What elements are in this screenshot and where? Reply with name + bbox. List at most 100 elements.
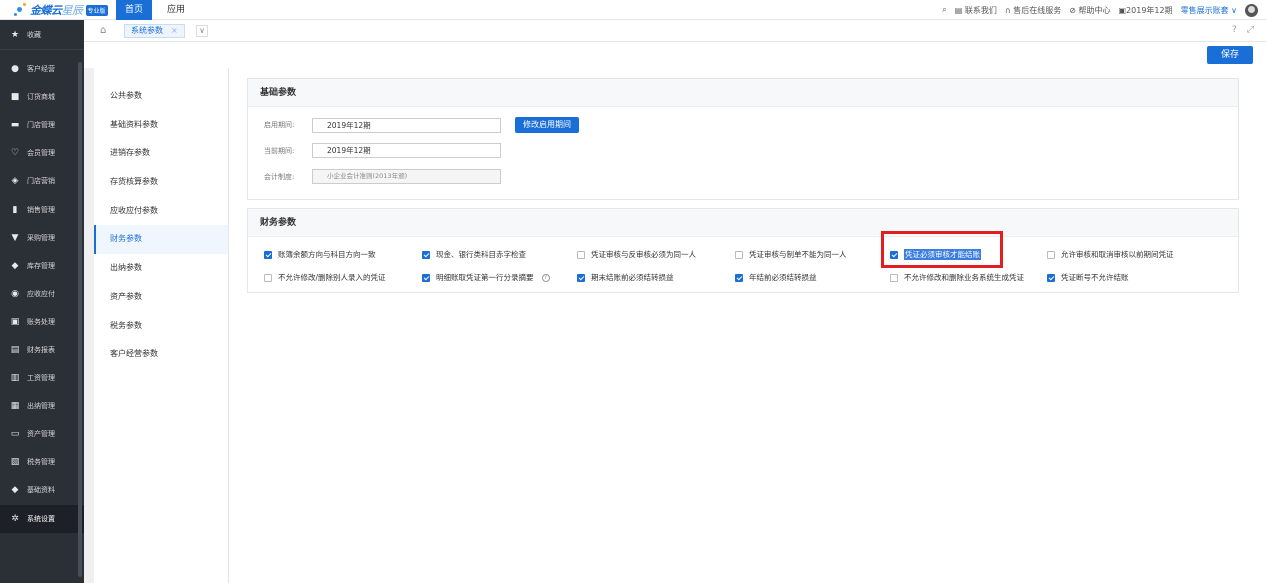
tag-icon: ◈ — [11, 176, 19, 187]
nav-home[interactable]: 首页 — [116, 0, 152, 20]
finance-option[interactable]: 期末结账前必须结转损益 — [577, 272, 674, 283]
logo-icon — [14, 3, 28, 17]
modify-start-period-button[interactable]: 修改启用期间 — [515, 117, 579, 133]
heart-icon: ♡ — [10, 148, 20, 159]
sidebar-item-14[interactable]: ▧ 税务管理 — [0, 448, 84, 476]
box-icon: ◆ — [11, 260, 19, 271]
sidebar-item-13[interactable]: ▭ 资产管理 — [0, 420, 84, 448]
gear-icon: ✲ — [11, 513, 19, 524]
highlight-box — [881, 231, 1003, 268]
checkbox[interactable] — [577, 273, 585, 282]
asset-icon: ▭ — [10, 429, 20, 440]
finance-option[interactable]: 允许审核和取消审核以前期间凭证 — [1047, 249, 1174, 260]
finance-option[interactable]: 不允许修改和删除业务系统生成凭证 — [890, 272, 1024, 283]
param-menu-item[interactable]: 基础资料参数 — [94, 111, 228, 140]
sidebar-item-15[interactable]: ◆ 基础资料 — [0, 476, 84, 504]
finance-option[interactable]: 凭证审核与反审核必须为同一人 — [577, 249, 696, 260]
sidebar-item-2[interactable]: ▬ 门店管理 — [0, 111, 84, 139]
finance-option[interactable]: 账簿余额方向与科目方向一致 — [264, 249, 376, 260]
tax-icon: ▧ — [10, 457, 20, 468]
finance-option[interactable]: 凭证断号不允许结账 — [1047, 272, 1129, 283]
service-link[interactable]: ∩ 售后在线服务 — [1005, 5, 1061, 16]
contact-link[interactable]: ▤ 联系我们 — [955, 5, 997, 16]
nav-app[interactable]: 应用 — [160, 0, 192, 20]
home-icon[interactable]: ⌂ — [100, 25, 106, 36]
save-button[interactable]: 保存 — [1207, 46, 1253, 64]
cart-icon: ▼ — [11, 232, 19, 243]
start-period-field[interactable]: 2019年12期 — [312, 117, 501, 133]
content-area: 基础参数 启用期间: 2019年12期 修改启用期间 当前期间: 2019年12… — [229, 68, 1266, 583]
finance-option[interactable]: 不允许修改/删除别人录入的凭证 — [264, 272, 386, 283]
strip-tools: ? ⤢ — [1232, 25, 1254, 35]
ledger-icon: ▣ — [10, 316, 20, 327]
accounting-standard-row: 会计制度: 小企业会计准则(2013年颁) — [264, 169, 501, 184]
checkbox[interactable] — [264, 273, 272, 282]
checkbox[interactable] — [1047, 250, 1055, 259]
cashier-icon: ▦ — [10, 401, 20, 412]
logo-text: 金蝶云星辰 — [30, 4, 83, 17]
sidebar-item-16[interactable]: ✲ 系统设置 — [0, 504, 84, 533]
sidebar-item-1[interactable]: ■ 订货商城 — [0, 83, 84, 111]
tab-menu-chevron-icon[interactable]: ∨ — [196, 25, 208, 37]
sidebar-item-6[interactable]: ▼ 采购管理 — [0, 224, 84, 252]
question-icon[interactable]: ? — [541, 273, 550, 282]
param-menu-item[interactable]: 进销存参数 — [94, 139, 228, 168]
current-period-row: 当前期间: 2019年12期 — [264, 143, 501, 158]
sidebar-item-0[interactable]: ● 客户经营 — [0, 55, 84, 83]
sidebar-item-favorites[interactable]: ★ 收藏 — [0, 20, 84, 50]
fullscreen-icon[interactable]: ⤢ — [1247, 25, 1254, 35]
toolbar: 保存 — [84, 42, 1266, 68]
user-icon: ● — [11, 64, 19, 75]
account-selector[interactable]: 零售展示账套 ∨ — [1181, 5, 1237, 16]
help-circle-icon[interactable]: ? — [1232, 25, 1237, 35]
current-period-field[interactable]: 2019年12期 — [312, 143, 501, 158]
sidebar-scrollbar[interactable] — [78, 62, 82, 577]
period-selector[interactable]: ▣2019年12期 — [1118, 5, 1172, 16]
checkbox[interactable] — [422, 250, 430, 259]
param-menu-item[interactable]: 税务参数 — [94, 312, 228, 341]
param-menu-item[interactable]: 存货核算参数 — [94, 168, 228, 197]
help-link[interactable]: ⊘ 帮助中心 — [1069, 5, 1110, 16]
coin-icon: ◉ — [11, 288, 19, 299]
top-right-tools: ⌕ ▤ 联系我们 ∩ 售后在线服务 ⊘ 帮助中心 ▣2019年12期 零售展示账… — [942, 0, 1258, 20]
sidebar-item-3[interactable]: ♡ 会员管理 — [0, 139, 84, 167]
checkbox[interactable] — [735, 273, 743, 282]
headset-icon: ∩ — [1004, 5, 1014, 15]
checkbox[interactable] — [264, 250, 272, 259]
checkbox[interactable] — [1047, 273, 1055, 282]
chevron-down-icon: ∨ — [1228, 5, 1237, 15]
sidebar-item-8[interactable]: ◉ 应收应付 — [0, 280, 84, 308]
finance-option[interactable]: 明细账取凭证第一行分录摘要? — [422, 272, 550, 283]
checkbox[interactable] — [422, 273, 430, 282]
param-menu-item[interactable]: 资产参数 — [94, 283, 228, 312]
tab-system-params[interactable]: 系统参数 × — [124, 24, 185, 38]
finance-option[interactable]: 现金、银行类科目赤字检查 — [422, 249, 526, 260]
param-menu-item[interactable]: 出纳参数 — [94, 254, 228, 283]
checkbox[interactable] — [735, 250, 743, 259]
param-menu-item[interactable]: 应收应付参数 — [94, 197, 228, 226]
param-menu-item[interactable]: 公共参数 — [94, 82, 228, 111]
salary-icon: ▥ — [10, 373, 20, 384]
checkbox[interactable] — [890, 273, 898, 282]
brand-logo[interactable]: 金蝶云星辰 专业版 — [14, 3, 108, 17]
sidebar-item-9[interactable]: ▣ 账务处理 — [0, 308, 84, 336]
search-icon[interactable]: ⌕ — [942, 5, 946, 15]
sidebar-item-11[interactable]: ▥ 工资管理 — [0, 364, 84, 392]
top-bar: 金蝶云星辰 专业版 首页 应用 ⌕ ▤ 联系我们 ∩ 售后在线服务 ⊘ 帮助中心… — [0, 0, 1266, 20]
sidebar-item-7[interactable]: ◆ 库存管理 — [0, 252, 84, 280]
param-menu-item[interactable]: 客户经营参数 — [94, 340, 228, 369]
avatar[interactable] — [1245, 3, 1258, 17]
param-menu-item[interactable]: 财务参数 — [94, 225, 228, 255]
sidebar-item-5[interactable]: ▮ 销售管理 — [0, 195, 84, 223]
close-icon[interactable]: × — [171, 25, 178, 37]
accounting-standard-field: 小企业会计准则(2013年颁) — [312, 169, 501, 184]
sidebar-item-10[interactable]: ▤ 财务报表 — [0, 336, 84, 364]
sidebar-item-4[interactable]: ◈ 门店营销 — [0, 167, 84, 195]
bar-chart-icon: ▮ — [12, 204, 18, 215]
star-icon: ★ — [10, 29, 20, 40]
finance-option[interactable]: 凭证审核与制单不能为同一人 — [735, 249, 847, 260]
shop-icon: ▬ — [10, 120, 20, 131]
checkbox[interactable] — [577, 250, 585, 259]
sidebar-item-12[interactable]: ▦ 出纳管理 — [0, 392, 84, 420]
finance-option[interactable]: 年结前必须结转损益 — [735, 272, 817, 283]
